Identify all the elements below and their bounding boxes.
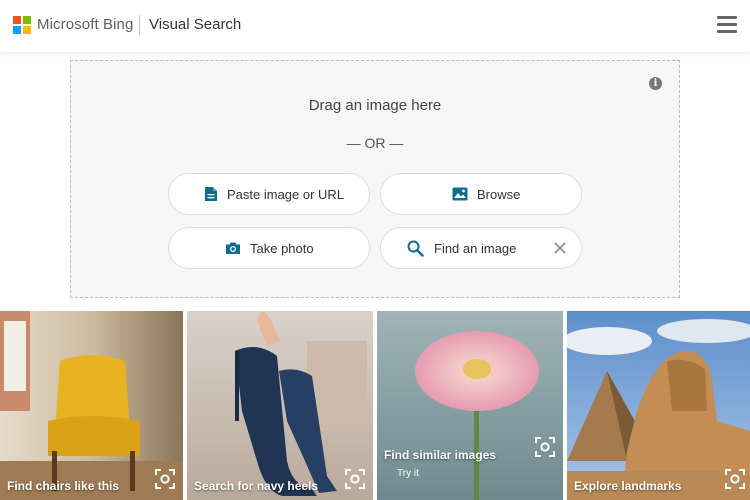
hamburger-menu-icon[interactable] [717, 16, 737, 34]
browse-button[interactable]: Browse [380, 173, 582, 215]
tile-caption: Find chairs like this [7, 479, 120, 493]
search-icon [407, 240, 424, 257]
info-icon[interactable]: i [649, 77, 662, 90]
visual-search-lens-icon[interactable] [724, 468, 746, 490]
visual-search-lens-icon[interactable] [154, 468, 176, 490]
take-photo-label: Take photo [250, 240, 314, 256]
or-divider: — OR — [346, 135, 404, 151]
header-divider [139, 15, 140, 35]
tile-similar-images[interactable]: Find similar images Try it [377, 311, 563, 500]
document-icon [205, 187, 217, 201]
microsoft-logo-icon[interactable] [13, 16, 31, 34]
page-title[interactable]: Visual Search [149, 16, 241, 33]
visual-search-lens-icon[interactable] [534, 436, 556, 458]
top-bar: Microsoft Bing Visual Search [0, 0, 750, 52]
paste-image-or-url-button[interactable]: Paste image or URL [168, 173, 370, 215]
try-it-link[interactable]: Try it [397, 468, 419, 479]
tile-navy-heels[interactable]: Search for navy heels [187, 311, 373, 500]
image-icon [452, 187, 468, 201]
camera-icon [226, 242, 240, 254]
tile-caption: Find similar images [384, 448, 497, 462]
tile-chairs[interactable]: Find chairs like this [0, 311, 183, 500]
paste-button-label: Paste image or URL [227, 186, 345, 202]
drag-prompt: Drag an image here [308, 97, 442, 114]
tile-caption: Search for navy heels [194, 479, 319, 493]
tile-caption: Explore landmarks [574, 479, 682, 493]
visual-search-lens-icon[interactable] [344, 468, 366, 490]
find-an-image-field[interactable]: Find an image [380, 227, 582, 269]
brand-name[interactable]: Microsoft Bing [37, 16, 133, 33]
take-photo-button[interactable]: Take photo [168, 227, 370, 269]
sphinx-pyramid-image [567, 311, 750, 500]
find-image-label: Find an image [434, 240, 517, 256]
tile-landmarks[interactable]: Explore landmarks [567, 311, 750, 500]
close-icon[interactable] [554, 242, 566, 254]
browse-button-label: Browse [477, 186, 521, 202]
image-drop-zone[interactable]: i Drag an image here — OR — Paste image … [70, 60, 680, 298]
